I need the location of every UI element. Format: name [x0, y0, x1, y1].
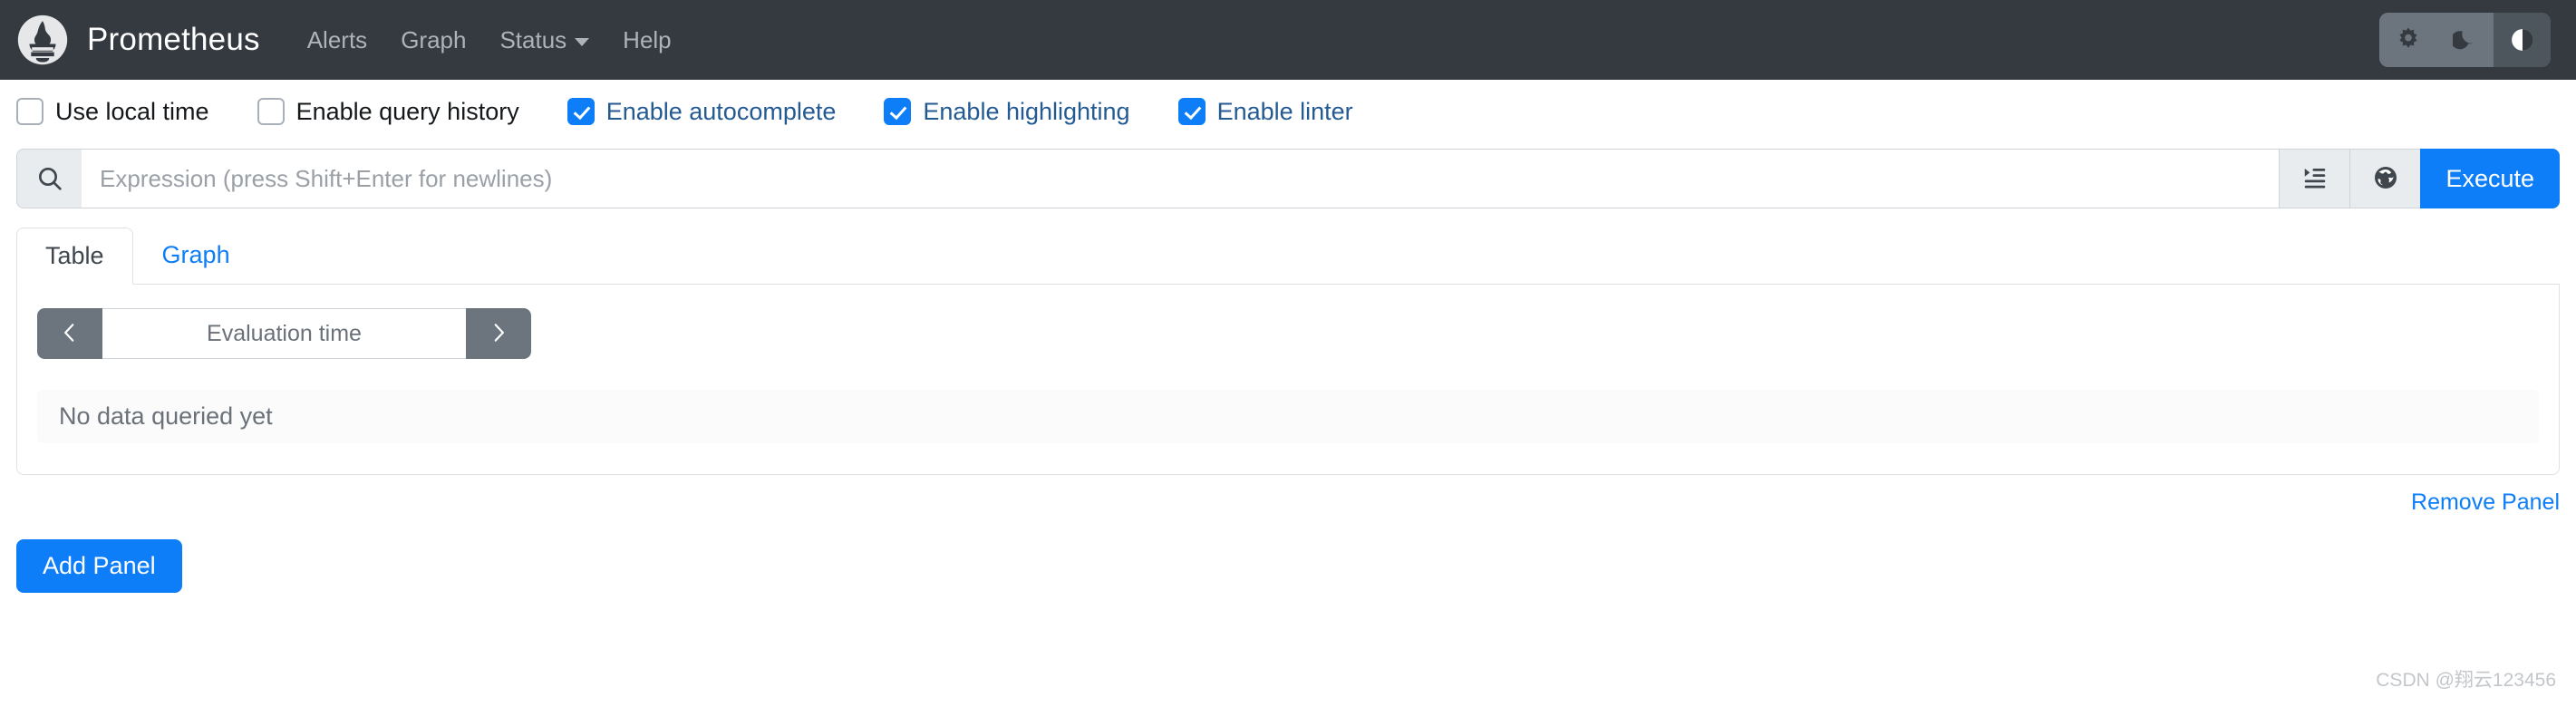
- evaluation-time-prev-button[interactable]: [37, 308, 102, 359]
- options-row: Use local time Enable query history Enab…: [0, 80, 2576, 143]
- format-indent-icon: [2301, 164, 2329, 194]
- tab-table[interactable]: Table: [16, 228, 133, 285]
- nav-link-status[interactable]: Status: [499, 25, 590, 54]
- checkbox-label-enable-highlighting: Enable highlighting: [923, 97, 1130, 125]
- evaluation-time-group: [37, 308, 531, 359]
- brand-title: Prometheus: [87, 22, 260, 57]
- add-panel-button[interactable]: Add Panel: [16, 539, 182, 593]
- checkbox-label-use-local-time: Use local time: [55, 97, 209, 125]
- nav-link-alerts-label: Alerts: [306, 25, 368, 53]
- chevron-down-icon: [575, 37, 590, 46]
- evaluation-time-next-button[interactable]: [466, 308, 531, 359]
- execute-button[interactable]: Execute: [2420, 149, 2560, 208]
- tab-panel-table: No data queried yet: [16, 285, 2560, 475]
- add-panel-row: Add Panel: [0, 516, 2576, 593]
- theme-switcher: [2379, 13, 2551, 67]
- remove-panel-link[interactable]: Remove Panel: [2411, 489, 2560, 516]
- checkbox-use-local-time[interactable]: Use local time: [16, 98, 209, 126]
- nav-link-help[interactable]: Help: [623, 26, 671, 54]
- nav-link-graph[interactable]: Graph: [401, 26, 466, 54]
- panel-tabs: Table Graph: [16, 227, 2560, 285]
- chevron-right-icon: [487, 321, 510, 347]
- checkbox-enable-linter[interactable]: Enable linter: [1177, 97, 1353, 126]
- checkbox-label-enable-linter: Enable linter: [1216, 97, 1353, 125]
- checkbox-label-enable-query-history: Enable query history: [295, 97, 519, 125]
- expression-input[interactable]: [82, 149, 2280, 208]
- prometheus-logo-icon: [16, 14, 69, 66]
- query-panel: Table Graph No data queried yet: [0, 227, 2576, 475]
- search-icon: [16, 149, 82, 208]
- nav-link-status-label: Status: [499, 25, 567, 53]
- format-indent-icon-button[interactable]: [2279, 149, 2350, 208]
- nav-links: Alerts Graph Status Help: [307, 26, 672, 54]
- evaluation-time-input[interactable]: [102, 308, 466, 359]
- checkbox-enable-autocomplete[interactable]: Enable autocomplete: [567, 97, 837, 126]
- checkbox-box-enable-autocomplete[interactable]: [567, 98, 595, 125]
- query-bar: Execute: [0, 143, 2576, 208]
- moon-icon: [2452, 27, 2478, 53]
- checkbox-enable-highlighting[interactable]: Enable highlighting: [884, 97, 1130, 126]
- navbar: Prometheus Alerts Graph Status Help: [0, 0, 2576, 80]
- remove-panel-row: Remove Panel: [0, 489, 2576, 516]
- nav-link-help-label: Help: [623, 25, 672, 53]
- expression-input-group: Execute: [16, 149, 2560, 208]
- dark-theme-button[interactable]: [2436, 13, 2494, 67]
- globe-icon: [2372, 164, 2399, 194]
- brand[interactable]: Prometheus: [16, 14, 260, 66]
- nav-link-alerts[interactable]: Alerts: [307, 26, 367, 54]
- chevron-left-icon: [58, 321, 82, 347]
- checkbox-label-enable-autocomplete: Enable autocomplete: [605, 97, 837, 125]
- empty-state-message: No data queried yet: [37, 390, 2539, 443]
- watermark: CSDN @翔云123456: [2376, 670, 2556, 691]
- half-circle-icon: [2509, 26, 2536, 53]
- metrics-explorer-button[interactable]: [2349, 149, 2421, 208]
- checkbox-box-enable-linter[interactable]: [1177, 98, 1206, 125]
- light-theme-button[interactable]: [2379, 13, 2436, 67]
- checkbox-box-enable-highlighting[interactable]: [884, 98, 912, 125]
- checkbox-box-use-local-time[interactable]: [16, 98, 44, 125]
- checkbox-enable-query-history[interactable]: Enable query history: [257, 98, 519, 126]
- tab-graph[interactable]: Graph: [133, 227, 259, 284]
- checkbox-box-enable-query-history[interactable]: [257, 98, 285, 125]
- auto-theme-button[interactable]: [2494, 13, 2551, 67]
- nav-link-graph-label: Graph: [401, 25, 467, 53]
- sun-icon: [2395, 26, 2422, 53]
